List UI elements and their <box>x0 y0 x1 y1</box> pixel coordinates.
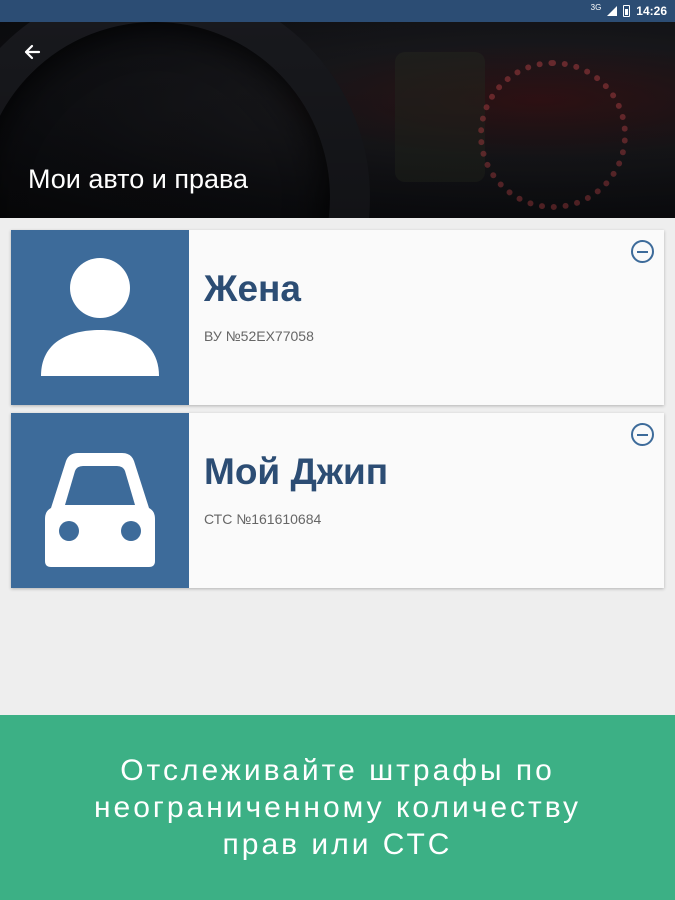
item-document-number: ВУ №52ЕХ77058 <box>204 328 314 344</box>
car-icon <box>45 453 155 567</box>
person-icon <box>41 258 159 376</box>
header-banner: Мои авто и права <box>0 22 675 218</box>
promo-banner[interactable]: Отслеживайте штрафы по неограниченному к… <box>0 715 675 900</box>
signal-icon <box>607 6 618 16</box>
network-type: 3G <box>590 2 602 12</box>
item-name: Жена <box>204 268 301 309</box>
back-button[interactable] <box>18 38 46 66</box>
item-name: Мой Джип <box>204 451 389 492</box>
card-thumbnail <box>11 413 189 588</box>
promo-text-line: прав или СТС <box>222 828 453 861</box>
status-time: 14:26 <box>636 4 667 18</box>
promo-text-line: неограниченному количеству <box>93 791 582 824</box>
arrow-left-icon <box>24 44 41 60</box>
card-thumbnail <box>11 230 189 405</box>
remove-icon[interactable] <box>631 423 654 446</box>
battery-icon <box>623 5 631 17</box>
promo-text-line: Отслеживайте штрафы по <box>120 754 555 787</box>
item-document-number: СТС №161610684 <box>204 511 322 527</box>
page-title: Мои авто и права <box>28 164 249 194</box>
list-item[interactable]: Мой Джип СТС №161610684 <box>11 413 664 588</box>
status-bar: 3G 14:26 <box>0 0 675 22</box>
remove-icon[interactable] <box>631 240 654 263</box>
list-item[interactable]: Жена ВУ №52ЕХ77058 <box>11 230 664 405</box>
